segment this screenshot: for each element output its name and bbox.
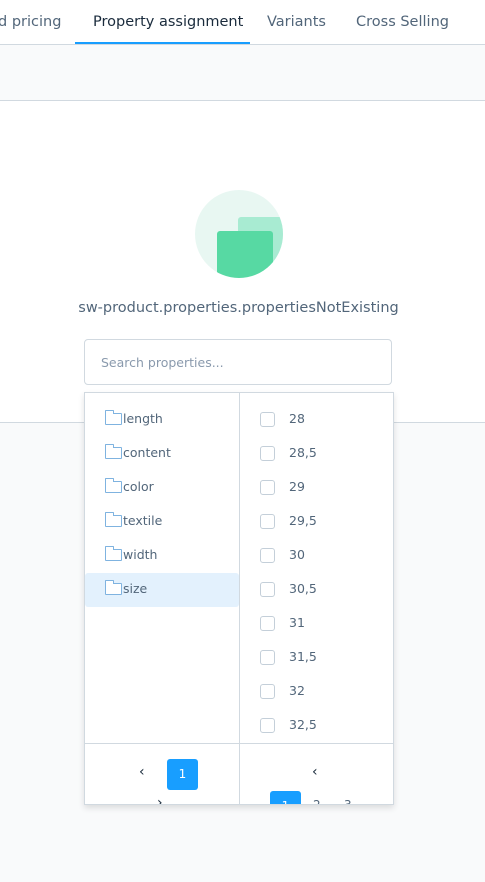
option-checkbox[interactable]: [260, 718, 275, 733]
option-item[interactable]: 31,5: [240, 641, 393, 675]
option-label: 28: [289, 411, 305, 426]
empty-state-icon-front: [217, 231, 273, 278]
group-label: color: [123, 479, 154, 494]
folder-icon: [105, 512, 122, 527]
group-label: size: [123, 581, 148, 596]
folder-icon: [105, 410, 122, 425]
chevron-left-icon[interactable]: ‹: [312, 764, 318, 780]
option-label: 29,5: [289, 513, 317, 528]
group-item-textile[interactable]: textile: [85, 505, 239, 539]
tab-property-assignment[interactable]: Property assignment: [93, 14, 243, 30]
option-item[interactable]: 32,5: [240, 709, 393, 743]
group-label: content: [123, 445, 171, 460]
option-label: 29: [289, 479, 305, 494]
option-item[interactable]: 31: [240, 607, 393, 641]
option-checkbox[interactable]: [260, 650, 275, 665]
groups-page-1[interactable]: 1: [167, 759, 198, 790]
option-checkbox[interactable]: [260, 684, 275, 699]
option-label: 28,5: [289, 445, 317, 460]
option-checkbox[interactable]: [260, 480, 275, 495]
folder-icon: [105, 444, 122, 459]
group-label: textile: [123, 513, 163, 528]
group-label: length: [123, 411, 163, 426]
folder-icon: [105, 580, 122, 595]
toolbar-band: [0, 45, 485, 101]
option-checkbox[interactable]: [260, 514, 275, 529]
option-checkbox[interactable]: [260, 446, 275, 461]
chevron-left-icon[interactable]: ‹: [139, 764, 145, 780]
search-placeholder: Search properties...: [101, 355, 224, 370]
option-label: 30: [289, 547, 305, 562]
empty-state-text: sw-product.properties.propertiesNotExist…: [78, 300, 399, 316]
folder-icon: [105, 478, 122, 493]
active-tab-indicator: [75, 42, 250, 44]
property-search-dropdown: length content color textile width size …: [84, 392, 394, 805]
option-item[interactable]: 28,5: [240, 437, 393, 471]
tab-variants[interactable]: Variants: [267, 14, 326, 30]
pagination-divider: [85, 743, 393, 744]
option-label: 31: [289, 615, 305, 630]
option-checkbox[interactable]: [260, 582, 275, 597]
options-page-1[interactable]: 1: [270, 791, 301, 804]
option-item[interactable]: 30: [240, 539, 393, 573]
option-item[interactable]: 32: [240, 675, 393, 709]
option-label: 30,5: [289, 581, 317, 596]
search-properties-input[interactable]: Search properties...: [84, 339, 392, 385]
tab-cross-selling[interactable]: Cross Selling: [356, 14, 449, 30]
option-label: 31,5: [289, 649, 317, 664]
option-checkbox[interactable]: [260, 616, 275, 631]
empty-state-icon: [195, 190, 283, 278]
option-item[interactable]: 28: [240, 403, 393, 437]
tab-advanced-pricing[interactable]: d pricing: [0, 14, 61, 30]
option-item[interactable]: 30,5: [240, 573, 393, 607]
option-item[interactable]: 29: [240, 471, 393, 505]
group-item-width[interactable]: width: [85, 539, 239, 573]
option-checkbox[interactable]: [260, 548, 275, 563]
option-label: 32,5: [289, 717, 317, 732]
group-item-size[interactable]: size: [85, 573, 239, 607]
options-page-3[interactable]: 3: [344, 798, 352, 804]
tab-bar: d pricing Property assignment Variants C…: [0, 0, 485, 45]
group-item-color[interactable]: color: [85, 471, 239, 505]
group-item-content[interactable]: content: [85, 437, 239, 471]
option-item[interactable]: 29,5: [240, 505, 393, 539]
chevron-right-icon[interactable]: ›: [157, 795, 163, 804]
group-label: width: [123, 547, 158, 562]
folder-icon: [105, 546, 122, 561]
group-item-length[interactable]: length: [85, 403, 239, 437]
option-checkbox[interactable]: [260, 412, 275, 427]
options-page-2[interactable]: 2: [313, 798, 321, 804]
option-label: 32: [289, 683, 305, 698]
